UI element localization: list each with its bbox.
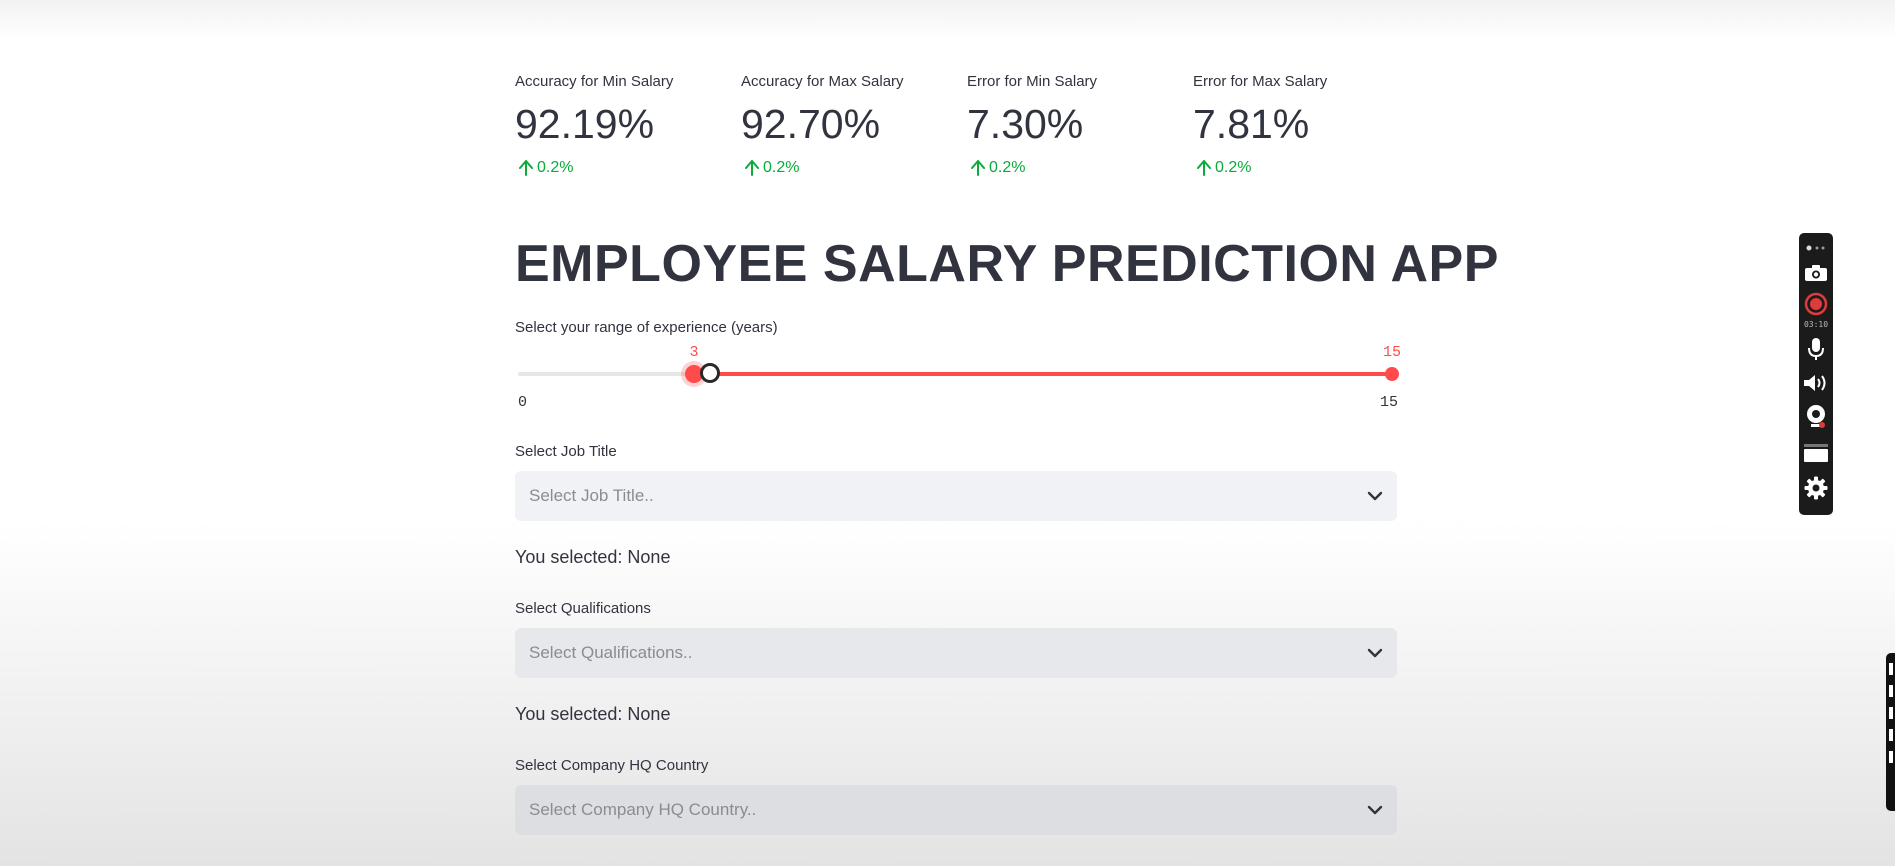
screenshot-icon[interactable] <box>1799 257 1833 289</box>
slider-max-label: 15 <box>1379 394 1398 411</box>
metric-label: Accuracy for Max Salary <box>741 73 904 90</box>
experience-slider-label: Select your range of experience (years) <box>515 319 778 336</box>
metric-value: 7.81% <box>1193 101 1310 147</box>
toolbar-grip-icon[interactable] <box>1799 239 1833 257</box>
metric-delta-value: 0.2% <box>537 159 574 176</box>
metric-delta-value: 0.2% <box>1215 159 1252 176</box>
metrics-row: Accuracy for Min Salary 92.19% 0.2% Accu… <box>515 72 1415 192</box>
job-title-placeholder: Select Job Title.. <box>529 486 654 505</box>
recording-timer: 03:10 <box>1803 320 1829 329</box>
slider-selected-range <box>694 372 1398 376</box>
arrow-up-icon <box>1197 160 1211 176</box>
metric-label: Accuracy for Min Salary <box>515 73 674 90</box>
settings-icon[interactable] <box>1799 471 1833 505</box>
arrow-up-icon <box>971 160 985 176</box>
metric-accuracy-min-salary: Accuracy for Min Salary 92.19% 0.2% <box>515 72 730 178</box>
metric-delta: 0.2% <box>741 158 956 178</box>
mouse-cursor-icon <box>700 363 720 383</box>
metric-error-min-salary: Error for Min Salary 7.30% 0.2% <box>967 72 1182 178</box>
arrow-up-icon <box>745 160 759 176</box>
window-icon[interactable] <box>1799 435 1833 471</box>
job-title-select[interactable]: Select Job Title.. <box>515 471 1397 521</box>
metric-value: 92.70% <box>741 101 881 147</box>
metric-value: 92.19% <box>515 101 655 147</box>
slider-low-value: 3 <box>689 344 699 361</box>
metric-delta: 0.2% <box>967 158 1182 178</box>
chevron-down-icon[interactable] <box>1367 491 1383 501</box>
edge-overlay-panel <box>1886 653 1895 811</box>
metric-value: 7.30% <box>967 101 1084 147</box>
metric-label: Error for Min Salary <box>967 73 1098 90</box>
slider-min-label: 0 <box>518 394 528 411</box>
qualifications-selected-text: You selected: None <box>515 704 671 724</box>
qualifications-select[interactable]: Select Qualifications.. <box>515 628 1397 678</box>
job-title-selected-text: You selected: None <box>515 547 671 567</box>
metric-delta: 0.2% <box>515 158 730 178</box>
chevron-down-icon[interactable] <box>1367 805 1383 815</box>
metric-error-max-salary: Error for Max Salary 7.81% 0.2% <box>1193 72 1408 178</box>
qualifications-placeholder: Select Qualifications.. <box>529 643 693 662</box>
metric-delta-value: 0.2% <box>989 159 1026 176</box>
company-country-placeholder: Select Company HQ Country.. <box>529 800 757 819</box>
microphone-icon[interactable] <box>1799 331 1833 367</box>
slider-high-value: 15 <box>1382 344 1402 361</box>
metric-accuracy-max-salary: Accuracy for Max Salary 92.70% 0.2% <box>741 72 956 178</box>
webcam-icon[interactable] <box>1799 399 1833 435</box>
record-icon[interactable] <box>1799 289 1833 319</box>
metric-delta-value: 0.2% <box>763 159 800 176</box>
page-title: EMPLOYEE SALARY PREDICTION APP <box>515 235 1499 293</box>
company-country-select[interactable]: Select Company HQ Country.. <box>515 785 1397 835</box>
metric-delta: 0.2% <box>1193 158 1408 178</box>
qualifications-label: Select Qualifications <box>515 600 651 617</box>
company-country-label: Select Company HQ Country <box>515 757 709 774</box>
chevron-down-icon[interactable] <box>1367 648 1383 658</box>
metric-label: Error for Max Salary <box>1193 73 1328 90</box>
job-title-label: Select Job Title <box>515 443 617 460</box>
arrow-up-icon <box>519 160 533 176</box>
slider-high-handle[interactable] <box>1385 367 1399 381</box>
recorder-toolbar: 03:10 <box>1799 233 1833 515</box>
speaker-icon[interactable] <box>1799 367 1833 399</box>
experience-range-slider[interactable]: 3 15 0 15 <box>518 340 1402 420</box>
